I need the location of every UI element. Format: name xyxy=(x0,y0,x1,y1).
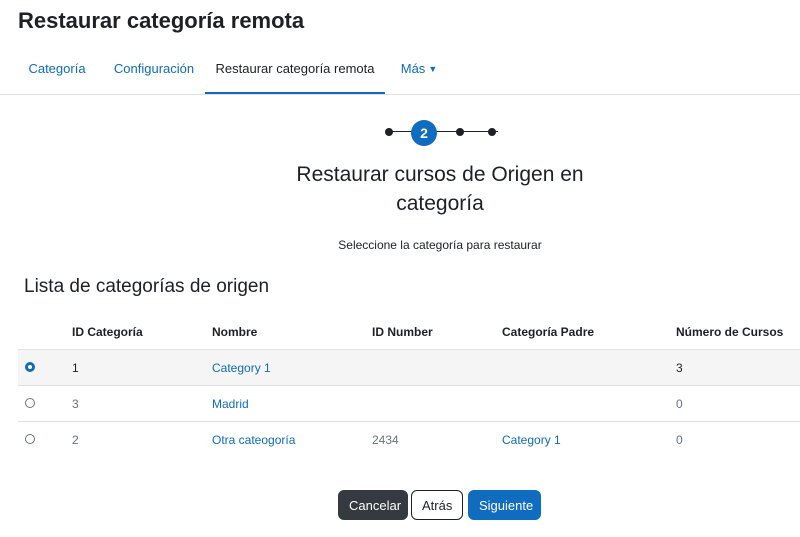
step-current-indicator: 2 xyxy=(411,120,437,146)
page-title: Restaurar categoría remota xyxy=(18,8,305,33)
column-header-nombre: Nombre xyxy=(212,325,258,339)
secondary-navigation: Categoría Configuración Restaurar catego… xyxy=(0,48,800,95)
cell-nombre-link[interactable]: Otra cateogoría xyxy=(212,433,295,447)
progress-stepper: 2 xyxy=(376,120,506,146)
column-header-id-categoria: ID Categoría xyxy=(72,325,143,339)
tab-configuracion[interactable]: Configuración xyxy=(104,48,204,94)
next-button[interactable]: Siguiente xyxy=(468,490,541,520)
cancel-button[interactable]: Cancelar xyxy=(338,490,408,520)
row-select-radio[interactable] xyxy=(25,434,35,444)
tab-categoria[interactable]: Categoría xyxy=(18,48,96,94)
step-dot-1 xyxy=(385,128,393,136)
step-dot-4 xyxy=(488,128,496,136)
tab-mas-label: Más xyxy=(400,61,426,76)
chevron-down-icon: ▼ xyxy=(428,64,438,74)
cell-numero-cursos: 3 xyxy=(676,361,683,375)
step-dot-3 xyxy=(456,128,464,136)
tab-restaurar-categoria-remota[interactable]: Restaurar categoría remota xyxy=(205,48,385,94)
column-header-numero-cursos: Número de Cursos xyxy=(676,325,784,339)
cell-id-number: 2434 xyxy=(372,433,399,447)
section-subtitle: Seleccione la categoría para restaurar xyxy=(338,238,542,252)
list-heading: Lista de categorías de origen xyxy=(24,276,270,297)
cell-id-categoria: 1 xyxy=(72,361,79,375)
stepper-connector xyxy=(390,131,412,132)
column-header-id-number: ID Number xyxy=(372,325,433,339)
row-select-radio[interactable] xyxy=(25,362,35,372)
row-select-radio[interactable] xyxy=(25,398,35,408)
cell-numero-cursos: 0 xyxy=(676,433,683,447)
cell-categoria-padre-link[interactable]: Category 1 xyxy=(502,433,561,447)
cell-id-categoria: 3 xyxy=(72,397,79,411)
cell-id-categoria: 2 xyxy=(72,433,79,447)
table-row[interactable]: 2 Otra cateogoría 2434 Category 1 0 xyxy=(18,421,800,458)
table-row[interactable]: 3 Madrid 0 xyxy=(18,385,800,422)
column-header-categoria-padre: Categoría Padre xyxy=(502,325,595,339)
cell-nombre-link[interactable]: Madrid xyxy=(212,397,249,411)
cell-numero-cursos: 0 xyxy=(676,397,683,411)
tab-mas[interactable]: Más ▼ xyxy=(388,48,450,94)
cell-nombre-link[interactable]: Category 1 xyxy=(212,361,271,375)
section-heading: Restaurar cursos de Origen en categoría xyxy=(296,163,584,215)
back-button[interactable]: Atrás xyxy=(411,490,463,520)
table-row[interactable]: 1 Category 1 3 xyxy=(18,349,800,386)
